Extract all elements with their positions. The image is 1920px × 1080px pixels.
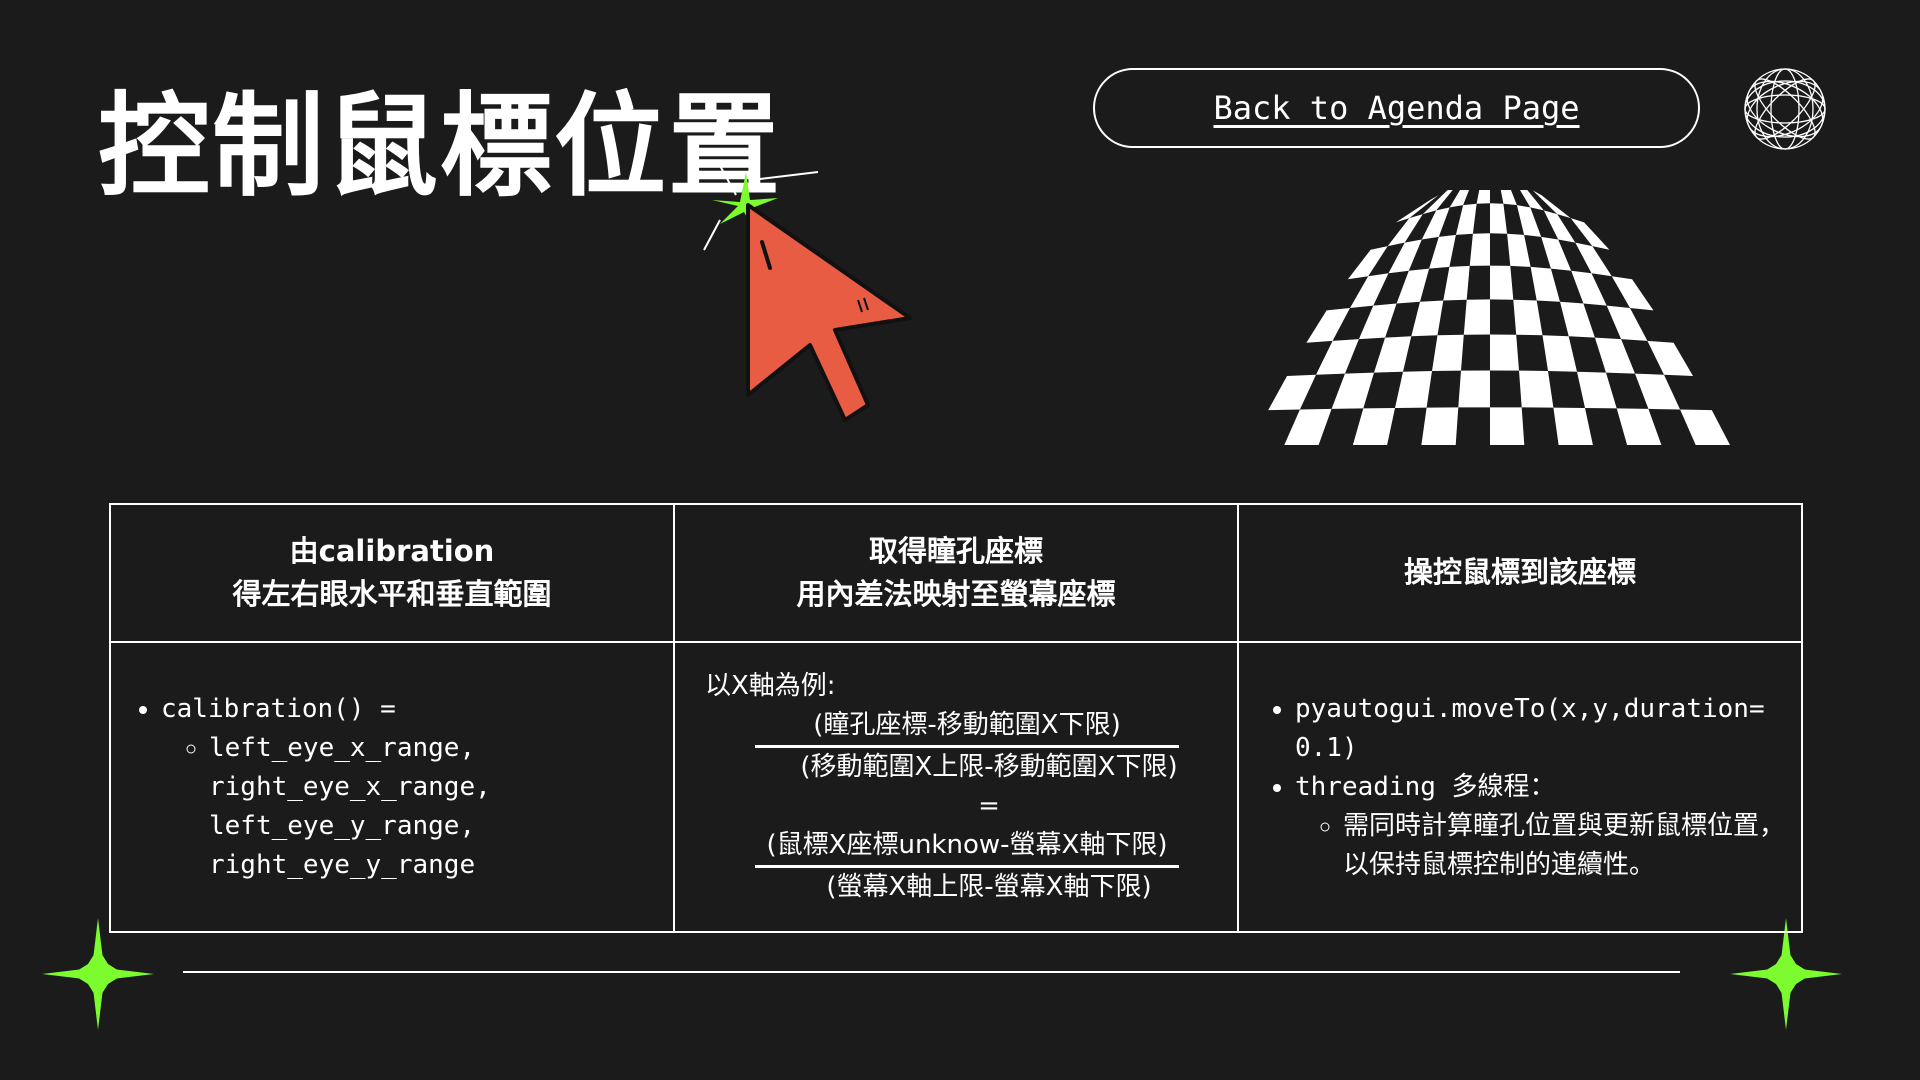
header-line: 得左右眼水平和垂直範圍	[232, 577, 552, 611]
cursor-arrow-icon	[703, 161, 912, 422]
formula-cell: 以X軸為例: (瞳孔座標-移動範圍X下限) (移動範圍X上限-移動範圍X下限) …	[673, 641, 1239, 933]
code-line: right_eye_x_range,	[209, 771, 491, 802]
list-item: left_eye_x_range, right_eye_x_range, lef…	[209, 729, 659, 885]
checker-cell	[1519, 370, 1554, 408]
fraction-denominator: (移動範圍X上限-移動範圍X下限)	[800, 752, 1178, 782]
header-line: 用內差法映射至螢幕座標	[796, 577, 1116, 611]
globe-icon	[1744, 68, 1826, 150]
checker-cell	[1374, 336, 1412, 373]
checker-cell	[1316, 339, 1359, 375]
code-line: left_eye_x_range,	[209, 732, 476, 763]
checker-cell	[1635, 373, 1681, 410]
checker-cell	[1358, 303, 1397, 340]
code-text: pyautogui.moveTo(x,y,duration=0.1)	[1295, 693, 1765, 763]
checker-cell	[1513, 299, 1543, 336]
checker-cell	[1680, 409, 1730, 445]
code-text: calibration() =	[161, 693, 396, 724]
checker-cell	[1616, 408, 1662, 445]
checker-cell	[1429, 234, 1456, 269]
checker-cell	[1331, 372, 1374, 409]
column-header-mouse-control: 操控鼠標到該座標	[1237, 503, 1803, 643]
checker-cell	[1352, 408, 1395, 445]
description-text: 需同時計算瞳孔位置與更新鼠標位置，以保持鼠標控制的連續性。	[1343, 810, 1786, 880]
checker-cell	[1594, 337, 1635, 374]
list-item: threading 多線程： 需同時計算瞳孔位置與更新鼠標位置，以保持鼠標控制的…	[1295, 768, 1787, 885]
checker-cell	[1647, 340, 1693, 376]
checker-cell	[1463, 299, 1490, 335]
checker-cell	[1577, 371, 1617, 409]
checker-cell	[1560, 301, 1595, 338]
divider	[183, 971, 1680, 973]
checker-cell	[1543, 210, 1576, 243]
checker-cell	[1570, 218, 1610, 250]
checker-cell	[1421, 407, 1459, 445]
fraction-numerator: (鼠標X座標unknow-螢幕X軸下限)	[755, 826, 1179, 868]
checker-cell	[1350, 273, 1389, 308]
checker-cell	[1411, 300, 1444, 337]
checker-cell	[1268, 374, 1316, 411]
checker-cell	[1516, 205, 1542, 237]
checker-cell	[1458, 370, 1490, 408]
formula-lead: 以X軸為例:	[705, 671, 836, 701]
checker-cell	[1507, 233, 1531, 267]
checker-cell	[1455, 203, 1477, 235]
checker-cell	[1571, 270, 1607, 306]
sparkle-icon	[42, 918, 154, 1030]
code-line: left_eye_y_range,	[209, 810, 476, 841]
header-line: 由calibration	[289, 533, 495, 568]
checker-cell	[1284, 408, 1332, 445]
header-line: 操控鼠標到該座標	[1403, 555, 1636, 590]
column-header-pupil-mapping: 取得瞳孔座標 用內差法映射至螢幕座標	[673, 503, 1239, 643]
checker-cell	[1606, 305, 1648, 341]
checker-cell	[1490, 265, 1514, 300]
checker-cell	[1469, 233, 1490, 266]
checker-cell	[1553, 407, 1593, 445]
header-line: 取得瞳孔座標	[868, 533, 1043, 568]
page-title: 控制鼠標位置	[98, 82, 782, 212]
info-table: 由calibration 得左右眼水平和垂直範圍 取得瞳孔座標 用內差法映射至螢…	[109, 503, 1803, 933]
column-header-calibration: 由calibration 得左右眼水平和垂直範圍	[109, 503, 675, 643]
fraction-numerator: (瞳孔座標-移動範圍X下限)	[755, 706, 1179, 748]
checker-cell	[1611, 276, 1654, 311]
checker-cell	[1432, 334, 1464, 371]
checker-cell	[1500, 190, 1517, 206]
back-to-agenda-link[interactable]: Back to Agenda Page	[1093, 68, 1700, 148]
sparkle-icon	[1730, 918, 1842, 1030]
mouse-control-cell: pyautogui.moveTo(x,y,duration=0.1) threa…	[1237, 641, 1803, 933]
checkerboard-graphic	[1268, 190, 1730, 445]
list-item: calibration() = left_eye_x_range, right_…	[161, 690, 659, 885]
calibration-cell: calibration() = left_eye_x_range, right_…	[109, 641, 675, 933]
equals-sign: =	[978, 791, 1000, 821]
code-line: right_eye_y_range	[209, 849, 476, 880]
checker-cell	[1476, 190, 1490, 204]
checker-cell	[1490, 407, 1525, 445]
checker-cell	[1530, 266, 1560, 302]
checker-cell	[1306, 308, 1350, 343]
checker-cell	[1490, 203, 1508, 234]
checker-cell	[1490, 334, 1519, 371]
checker-cell	[1395, 371, 1432, 408]
checker-cell	[1541, 236, 1572, 271]
list-item: 需同時計算瞳孔位置與更新鼠標位置，以保持鼠標控制的連續性。	[1343, 807, 1787, 885]
checker-cell	[1443, 265, 1470, 301]
checker-cell	[1542, 335, 1577, 372]
code-text: threading 多線程：	[1295, 771, 1556, 802]
checker-cell	[1396, 268, 1430, 304]
list-item: pyautogui.moveTo(x,y,duration=0.1)	[1295, 690, 1787, 768]
fraction-denominator: (螢幕X軸上限-螢幕X軸下限)	[826, 872, 1152, 902]
